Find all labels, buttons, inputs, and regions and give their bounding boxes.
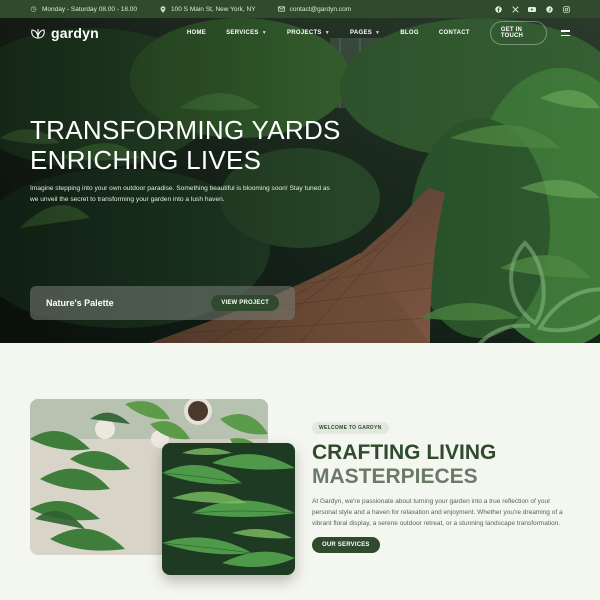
x-icon[interactable] xyxy=(511,5,519,13)
nav-label: BLOG xyxy=(400,30,419,36)
location-pin-icon xyxy=(159,5,166,13)
logo[interactable]: gardyn xyxy=(30,25,99,41)
email-link[interactable]: contact@gardyn.com xyxy=(290,6,352,13)
hamburger-menu-icon[interactable] xyxy=(560,30,570,36)
nav-item-home[interactable]: HOME xyxy=(187,30,206,36)
nav-item-services[interactable]: SERVICES ▼ xyxy=(226,30,267,36)
main-navigation: gardyn HOME SERVICES ▼ PROJECTS ▼ PAGES ▼ B… xyxy=(0,18,600,48)
project-name: Nature's Palette xyxy=(46,298,114,308)
about-title-line2: MASTERPIECES xyxy=(312,465,478,488)
nav-item-pages[interactable]: PAGES ▼ xyxy=(350,30,380,36)
featured-project-card: Nature's Palette VIEW PROJECT xyxy=(30,286,295,320)
nav-label: CONTACT xyxy=(438,30,470,36)
chevron-down-icon: ▼ xyxy=(261,30,267,36)
instagram-icon[interactable] xyxy=(562,5,570,13)
about-description: At Gardyn, we're passionate about turnin… xyxy=(312,498,563,527)
nav-label: PAGES xyxy=(349,30,373,36)
facebook-icon[interactable] xyxy=(494,5,502,13)
youtube-icon[interactable] xyxy=(528,5,536,13)
email-info[interactable]: contact@gardyn.com xyxy=(277,5,352,13)
nav-item-blog[interactable]: BLOG xyxy=(400,30,419,36)
logo-text: gardyn xyxy=(51,25,99,41)
logo-leaf-icon xyxy=(31,29,45,39)
hero-title: TRANSFORMING YARDS ENRICHING LIVES xyxy=(30,115,341,175)
hero-title-line1: TRANSFORMING YARDS xyxy=(30,115,341,145)
top-info-bar: ◷ Monday - Saturday 08.00 - 18.00 100 S … xyxy=(0,0,600,18)
our-services-button[interactable]: OUR SERVICES xyxy=(312,537,380,553)
address-text: 100 S Main St, New York, NY xyxy=(171,5,256,13)
hours-text: Monday - Saturday 08.00 - 18.00 xyxy=(42,5,138,13)
address-info: 100 S Main St, New York, NY xyxy=(159,6,256,13)
nav-item-contact[interactable]: CONTACT xyxy=(439,30,470,36)
about-title: CRAFTING LIVING MASTERPIECES xyxy=(312,441,496,489)
chevron-down-icon: ▼ xyxy=(324,30,330,36)
hours-info: ◷ Monday - Saturday 08.00 - 18.00 xyxy=(30,6,137,13)
hero-title-line2: ENRICHING LIVES xyxy=(30,145,262,175)
nav-label: SERVICES xyxy=(226,30,259,36)
hero-section: gardyn HOME SERVICES ▼ PROJECTS ▼ PAGES ▼ B… xyxy=(0,18,600,343)
nav-item-projects[interactable]: PROJECTS ▼ xyxy=(287,30,330,36)
mail-icon xyxy=(277,5,285,13)
clock-icon: ◷ xyxy=(30,5,37,13)
chevron-down-icon: ▼ xyxy=(375,30,381,36)
welcome-badge: WELCOME TO GARDYN xyxy=(312,422,389,434)
about-title-line1: CRAFTING LIVING xyxy=(312,441,497,464)
social-links xyxy=(494,5,570,13)
nav-label: PROJECTS xyxy=(286,30,322,36)
hero-description: Imagine stepping into your own outdoor p… xyxy=(30,185,330,203)
nav-menu: HOME SERVICES ▼ PROJECTS ▼ PAGES ▼ BLOG CON… xyxy=(187,30,490,36)
view-project-button[interactable]: VIEW PROJECT xyxy=(211,295,279,311)
nav-label: HOME xyxy=(186,30,207,36)
get-in-touch-button[interactable]: GET IN TOUCH xyxy=(489,21,547,45)
plant-leaves-closeup-image xyxy=(162,443,295,575)
pinterest-icon[interactable] xyxy=(545,5,553,13)
